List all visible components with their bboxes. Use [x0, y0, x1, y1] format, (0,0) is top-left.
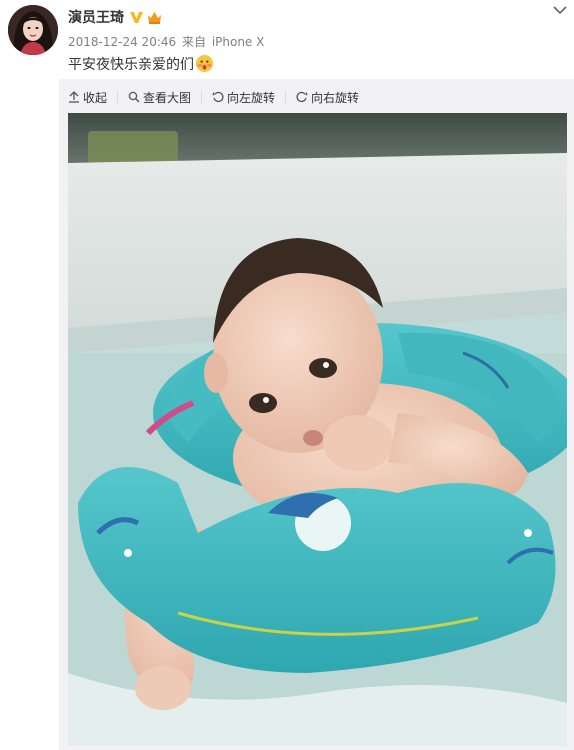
post-photo[interactable] [68, 113, 567, 746]
toolbar-divider [285, 91, 287, 103]
rotate-right-button[interactable]: 向右旋转 [296, 89, 359, 106]
toolbar-divider [201, 91, 203, 103]
post-timestamp[interactable]: 2018-12-24 20:46 [68, 35, 176, 49]
baby-in-swim-float-photo [68, 113, 567, 746]
shy-face-emoji-icon [195, 54, 214, 73]
rotate-left-icon [212, 91, 224, 103]
post-meta: 2018-12-24 20:46 来自 iPhone X [68, 34, 264, 50]
toolbar-divider [117, 91, 119, 103]
verified-icon [130, 12, 143, 23]
weibo-post-card: 演员王琦 2018-12-24 20:46 来自 iPhone X 平安夜快乐亲… [0, 0, 574, 750]
avatar[interactable] [8, 5, 58, 55]
media-toolbar: 收起 查看大图 向左旋转 向右旋转 [68, 88, 369, 106]
author-name[interactable]: 演员王琦 [68, 8, 124, 28]
rotate-right-icon [296, 91, 308, 103]
view-large-button[interactable]: 查看大图 [128, 89, 191, 106]
rotate-left-label: 向左旋转 [227, 90, 276, 105]
chevron-down-icon[interactable] [552, 4, 568, 16]
source-device[interactable]: iPhone X [212, 35, 265, 49]
rotate-left-button[interactable]: 向左旋转 [212, 89, 275, 106]
rotate-right-label: 向右旋转 [311, 90, 360, 105]
post-text-content: 平安夜快乐亲爱的们 [68, 57, 194, 73]
post-text: 平安夜快乐亲爱的们 [68, 54, 214, 75]
collapse-icon [69, 91, 79, 103]
source-prefix: 来自 [181, 35, 206, 49]
collapse-button[interactable]: 收起 [68, 89, 107, 106]
search-icon [128, 91, 140, 103]
view-large-label: 查看大图 [143, 90, 192, 105]
collapse-label: 收起 [83, 90, 108, 105]
vip-member-icon[interactable] [146, 10, 163, 25]
